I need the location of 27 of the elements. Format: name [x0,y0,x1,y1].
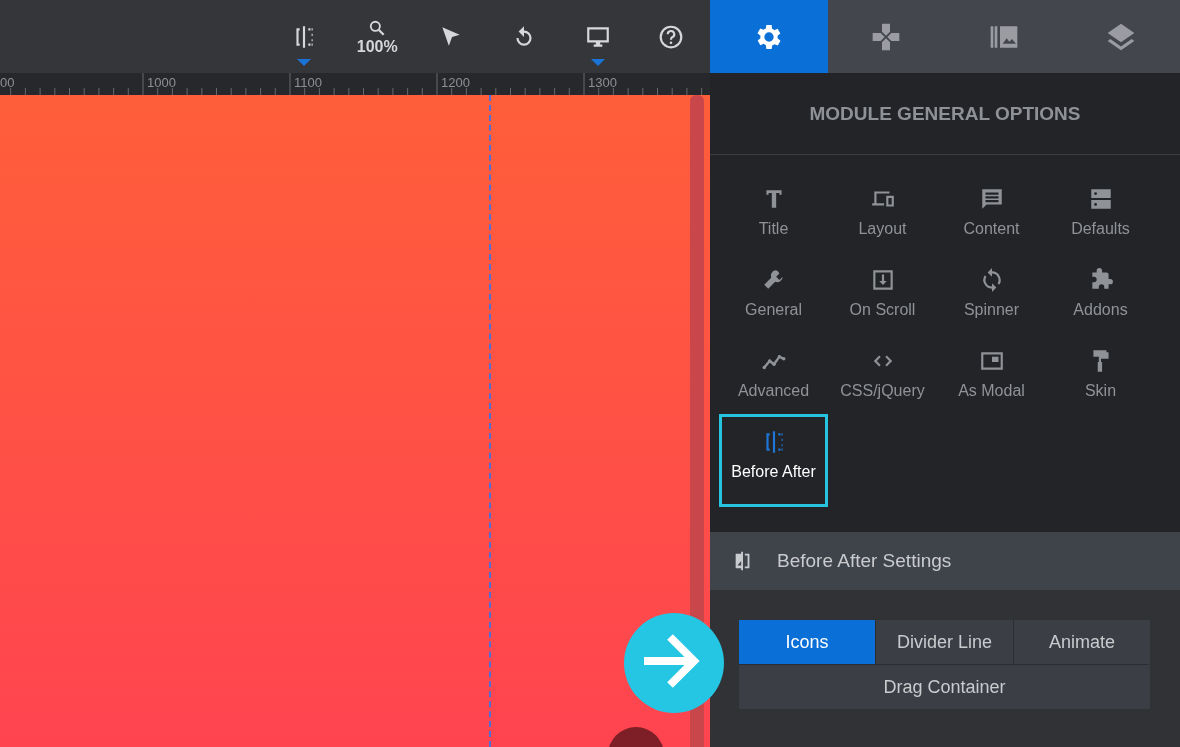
option-item[interactable]: General [719,258,828,339]
panel-tab[interactable] [710,0,828,73]
option-item[interactable]: Content [937,177,1046,258]
segment-button[interactable]: Drag Container [739,665,1150,709]
option-item[interactable]: Addons [1046,258,1155,339]
segment-button[interactable]: Divider Line [876,620,1013,664]
panel-title: MODULE GENERAL OPTIONS [710,73,1180,155]
ruler-label: 00 [0,75,15,90]
ruler-label: 1300 [587,75,617,90]
option-item[interactable]: Title [719,177,828,258]
option-item[interactable]: As Modal [937,339,1046,420]
option-item[interactable]: On Scroll [828,258,937,339]
option-item[interactable]: Before After [719,414,828,507]
ruler-label: 1000 [146,75,176,90]
toolbar-button[interactable]: 100% [340,0,414,73]
ruler-label: 1200 [440,75,470,90]
option-item[interactable]: Skin [1046,339,1155,420]
option-item[interactable]: Spinner [937,258,1046,339]
ruler-label: 1100 [293,75,322,90]
option-item[interactable]: Defaults [1046,177,1155,258]
option-item[interactable]: CSS/jQuery [828,339,937,420]
help-icon [658,23,685,50]
option-item[interactable]: Layout [828,177,937,258]
section-header[interactable]: Before After Settings [710,532,1180,590]
segment-button[interactable]: Animate [1014,620,1150,664]
section-title: Before After Settings [777,550,952,572]
segment-button[interactable]: Icons [739,620,875,664]
